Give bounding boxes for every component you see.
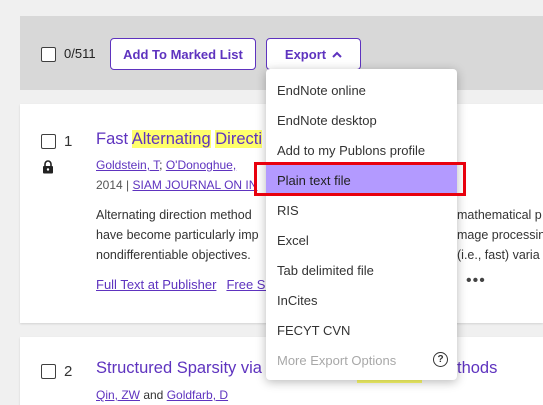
author-link[interactable]: Goldstein, T: [96, 158, 159, 172]
lock-icon: [43, 160, 53, 174]
title-highlight: Directi: [215, 130, 263, 148]
export-button[interactable]: Export: [266, 38, 361, 70]
help-icon[interactable]: ?: [433, 352, 448, 367]
export-label: Export: [284, 46, 327, 62]
select-all-checkbox[interactable]: [41, 47, 56, 62]
abstract-line-tail: (i.e., fast) varia: [457, 248, 540, 262]
abstract-line-tail: mage processin: [457, 228, 543, 242]
record-checkbox-2[interactable]: [41, 364, 56, 379]
add-to-marked-list-label: Add To Marked List: [123, 46, 243, 62]
menu-item-ris[interactable]: RIS: [266, 195, 457, 225]
record-authors-1: Goldstein, T; O'Donoghue,: [96, 158, 236, 172]
abstract-line-tail: mathematical p: [457, 208, 542, 222]
record-checkbox-1[interactable]: [41, 134, 56, 149]
selected-count: 0/511: [64, 46, 96, 61]
more-export-label: More Export Options: [277, 352, 397, 368]
full-text-link[interactable]: Full Text at Publisher: [96, 277, 216, 292]
record-number-1: 1: [64, 133, 73, 150]
record-title-2-tail[interactable]: thods: [457, 359, 497, 378]
menu-item-publons[interactable]: Add to my Publons profile: [266, 135, 457, 165]
highlight-callout: [254, 162, 466, 196]
menu-item-more-export-options: More Export Options ?: [266, 345, 457, 375]
title-text: Fast: [96, 130, 132, 148]
record-meta-1: 2014 | SIAM JOURNAL ON IN: [96, 178, 257, 192]
title-text: thods: [457, 359, 498, 377]
author-separator: and: [140, 388, 167, 402]
menu-item-endnote-online[interactable]: EndNote online: [266, 75, 457, 105]
record-links-1: Full Text at Publisher Free Su: [96, 277, 283, 292]
title-highlight: [357, 380, 422, 383]
record-title-2[interactable]: Structured Sparsity via: [96, 359, 262, 378]
export-menu: EndNote online EndNote desktop Add to my…: [266, 69, 457, 380]
title-text: Structured Sparsity via: [96, 359, 262, 377]
menu-item-excel[interactable]: Excel: [266, 225, 457, 255]
title-highlight: Alternating: [131, 130, 211, 148]
author-link[interactable]: Qin, ZW: [96, 388, 140, 402]
author-separator: ;: [159, 158, 166, 172]
chevron-up-icon: [332, 51, 342, 58]
menu-item-tab-delimited[interactable]: Tab delimited file: [266, 255, 457, 285]
author-link[interactable]: Goldfarb, D: [167, 388, 228, 402]
abstract-overflow: mathematical p mage processin (i.e., fas…: [457, 205, 543, 265]
menu-item-endnote-desktop[interactable]: EndNote desktop: [266, 105, 457, 135]
journal-link[interactable]: SIAM JOURNAL ON IN: [133, 178, 258, 192]
more-options-icon[interactable]: •••: [466, 272, 486, 290]
add-to-marked-list-button[interactable]: Add To Marked List: [110, 38, 256, 70]
record-year: 2014: [96, 178, 123, 192]
menu-item-incites[interactable]: InCites: [266, 285, 457, 315]
record-authors-2: Qin, ZW and Goldfarb, D: [96, 388, 228, 402]
record-number-2: 2: [64, 363, 73, 380]
menu-item-fecyt-cvn[interactable]: FECYT CVN: [266, 315, 457, 345]
record-title-1[interactable]: Fast Alternating Directi: [96, 130, 263, 149]
meta-separator: |: [122, 178, 133, 192]
author-link[interactable]: O'Donoghue,: [166, 158, 236, 172]
